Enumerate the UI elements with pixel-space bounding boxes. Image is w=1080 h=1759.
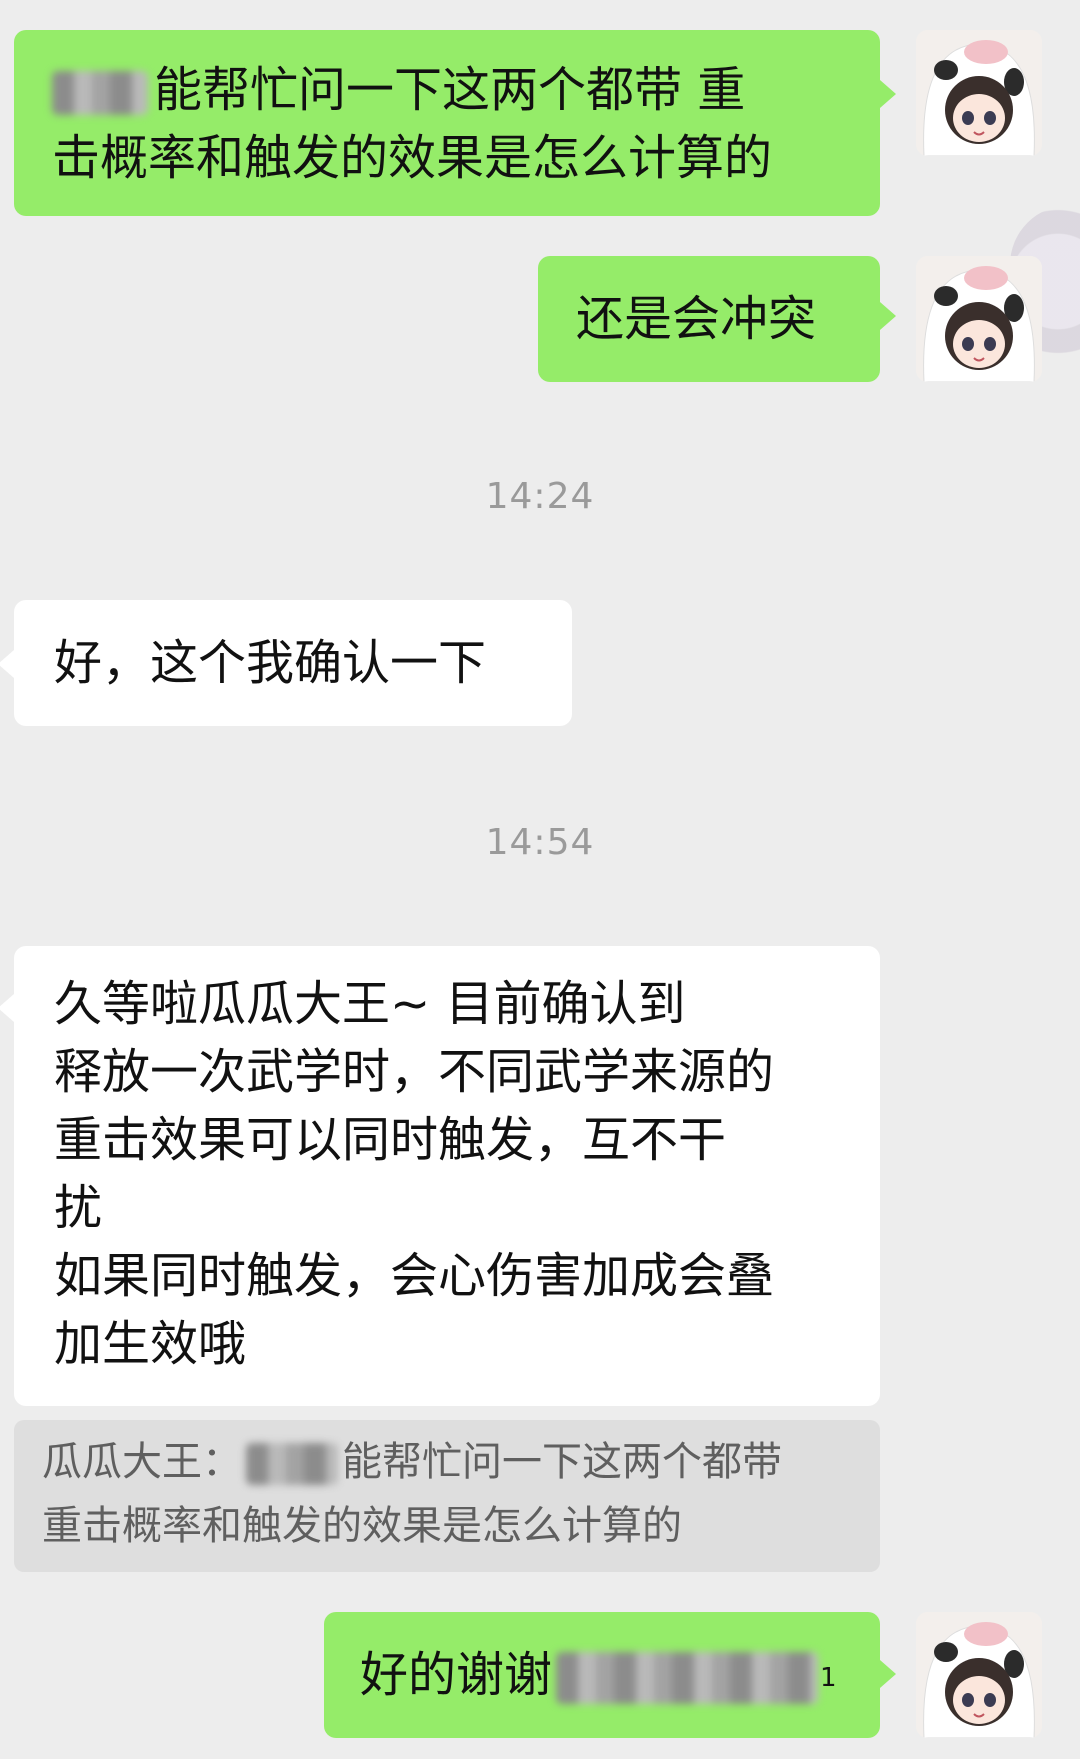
redacted-text (246, 1443, 338, 1485)
redacted-text (556, 1652, 819, 1704)
message-line: 久等啦瓜瓜大王~ 目前确认到 (54, 976, 686, 1032)
message-line: 释放一次武学时，不同武学来源的 (54, 1044, 775, 1100)
avatar[interactable] (916, 30, 1042, 156)
cow-hood-girl-avatar-icon (916, 30, 1042, 156)
cow-hood-girl-avatar-icon (916, 256, 1042, 382)
message-line: 能帮忙问一下这两个都带 重 (52, 56, 846, 124)
bubble-tail (0, 650, 14, 678)
quote-line: 重击概率和触发的效果是怎么计算的 (42, 1503, 682, 1549)
message-bubble-incoming[interactable]: 久等啦瓜瓜大王~ 目前确认到 释放一次武学时，不同武学来源的 重击效果可以同时触… (14, 946, 880, 1406)
message-line: 击概率和触发的效果是怎么计算的 (52, 130, 773, 186)
message-bubble-outgoing[interactable]: 好的谢谢 1 (324, 1612, 880, 1738)
redacted-text (52, 71, 148, 115)
message-line: 好的谢谢 (360, 1647, 553, 1703)
bubble-tail (880, 302, 896, 330)
cow-hood-girl-avatar-icon (916, 1612, 1042, 1738)
avatar[interactable] (916, 256, 1042, 382)
avatar[interactable] (916, 1612, 1042, 1738)
message-line: 好，这个我确认一下 (54, 635, 487, 691)
message-bubble-outgoing[interactable]: 能帮忙问一下这两个都带 重 击概率和触发的效果是怎么计算的 (14, 30, 880, 216)
timestamp: 14:24 (485, 476, 595, 517)
message-line: 扰 (54, 1180, 103, 1236)
message-line: 重击效果可以同时触发，互不干 (54, 1112, 727, 1168)
quote-line: 瓜瓜大王： 能帮忙问一下这两个都带 (42, 1430, 852, 1494)
message-line: 加生效哦 (54, 1316, 247, 1372)
trailing-char: 1 (820, 1663, 837, 1693)
quote-text: 能帮忙问一下这两个都带 (342, 1439, 782, 1485)
timestamp: 14:54 (485, 822, 595, 863)
quoted-message[interactable]: 瓜瓜大王： 能帮忙问一下这两个都带 重击概率和触发的效果是怎么计算的 (14, 1420, 880, 1572)
quote-sender: 瓜瓜大王： (42, 1439, 242, 1485)
bubble-tail (0, 994, 14, 1022)
message-line: 如果同时触发，会心伤害加成会叠 (54, 1248, 775, 1304)
bubble-tail (880, 1660, 896, 1688)
bubble-tail (880, 80, 896, 108)
message-bubble-outgoing[interactable]: 还是会冲突 (538, 256, 880, 382)
message-line: 还是会冲突 (576, 291, 817, 347)
message-bubble-incoming[interactable]: 好，这个我确认一下 (14, 600, 572, 726)
